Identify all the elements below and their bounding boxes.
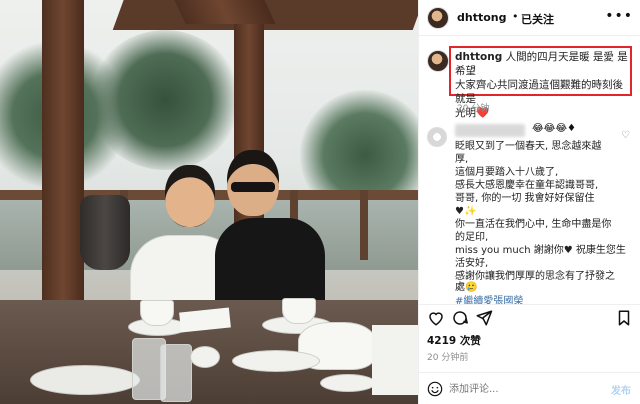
header-separator: •: [512, 10, 519, 23]
author-username[interactable]: dhttong: [457, 11, 506, 24]
comment-line: ♥✨: [455, 206, 477, 217]
post-photo[interactable]: [0, 0, 418, 404]
photo-palm-middle: [90, 30, 240, 170]
commenter-username-blurred: [455, 124, 525, 137]
comment-bubble-icon[interactable]: [451, 309, 469, 327]
comment-line: 感謝你讓我們厚厚的思念有了抒發之: [455, 271, 615, 282]
comment-line: 你一直活在我們心中, 生命中盡是你: [455, 219, 612, 230]
photo-beam-top: [174, 0, 276, 24]
save-bookmark-icon[interactable]: [615, 309, 633, 327]
comment-line: 眨眼又到了一個春天, 思念越來越: [455, 141, 602, 152]
comment-compose-bar: 发布: [419, 372, 640, 404]
photo-pillar-left: [42, 0, 84, 330]
like-count[interactable]: 4219 次赞: [427, 333, 481, 348]
comment-line: miss you much 謝謝你♥ 祝康生您生: [455, 245, 626, 256]
caption-timestamp: 20 分钟: [457, 104, 490, 114]
photo-saucer: [320, 374, 376, 392]
like-heart-icon[interactable]: [427, 309, 445, 327]
photo-plate: [232, 350, 320, 372]
emoji-picker-icon[interactable]: [427, 381, 443, 397]
post-header: dhttong • 已关注 •••: [419, 0, 640, 36]
post-timestamp: 20 分钟前: [427, 353, 469, 363]
comment-line: 活安好,: [455, 258, 489, 269]
photo-cup: [282, 298, 316, 324]
more-options-icon[interactable]: •••: [605, 8, 633, 24]
comment-line: 感長大感恩慶幸在童年認識哥哥,: [455, 180, 599, 191]
post-action-bar: [419, 304, 640, 330]
post-detail-panel: dhttong • 已关注 ••• dhttong 人間的四月天是暖 是愛 是希…: [418, 0, 640, 404]
caption-username[interactable]: dhttong: [455, 51, 502, 63]
comment-emoji: 😂😂😂♦: [532, 123, 577, 134]
photo-plate: [190, 346, 220, 368]
comment-input[interactable]: [449, 381, 589, 397]
post-comment-button[interactable]: 发布: [611, 382, 631, 397]
comment-line: 這個月要踏入十八歲了,: [455, 167, 559, 178]
photo-railing-post: [360, 190, 368, 260]
follow-status-button[interactable]: 已关注: [521, 11, 554, 27]
comment-line: 的足印,: [455, 232, 489, 243]
photo-glass: [160, 344, 192, 402]
photo-plate: [30, 365, 140, 395]
share-send-icon[interactable]: [475, 309, 493, 327]
photo-napkin: [372, 325, 418, 395]
comment-line: 哥哥, 你的一切 我會好好保留住: [455, 193, 595, 204]
photo-cup: [140, 300, 174, 326]
author-avatar[interactable]: [427, 7, 449, 29]
comment-like-icon[interactable]: ♡: [621, 130, 630, 141]
commenter-avatar[interactable]: [427, 127, 447, 147]
caption-author-avatar[interactable]: [427, 50, 449, 72]
comment-line: 厚,: [455, 154, 469, 165]
